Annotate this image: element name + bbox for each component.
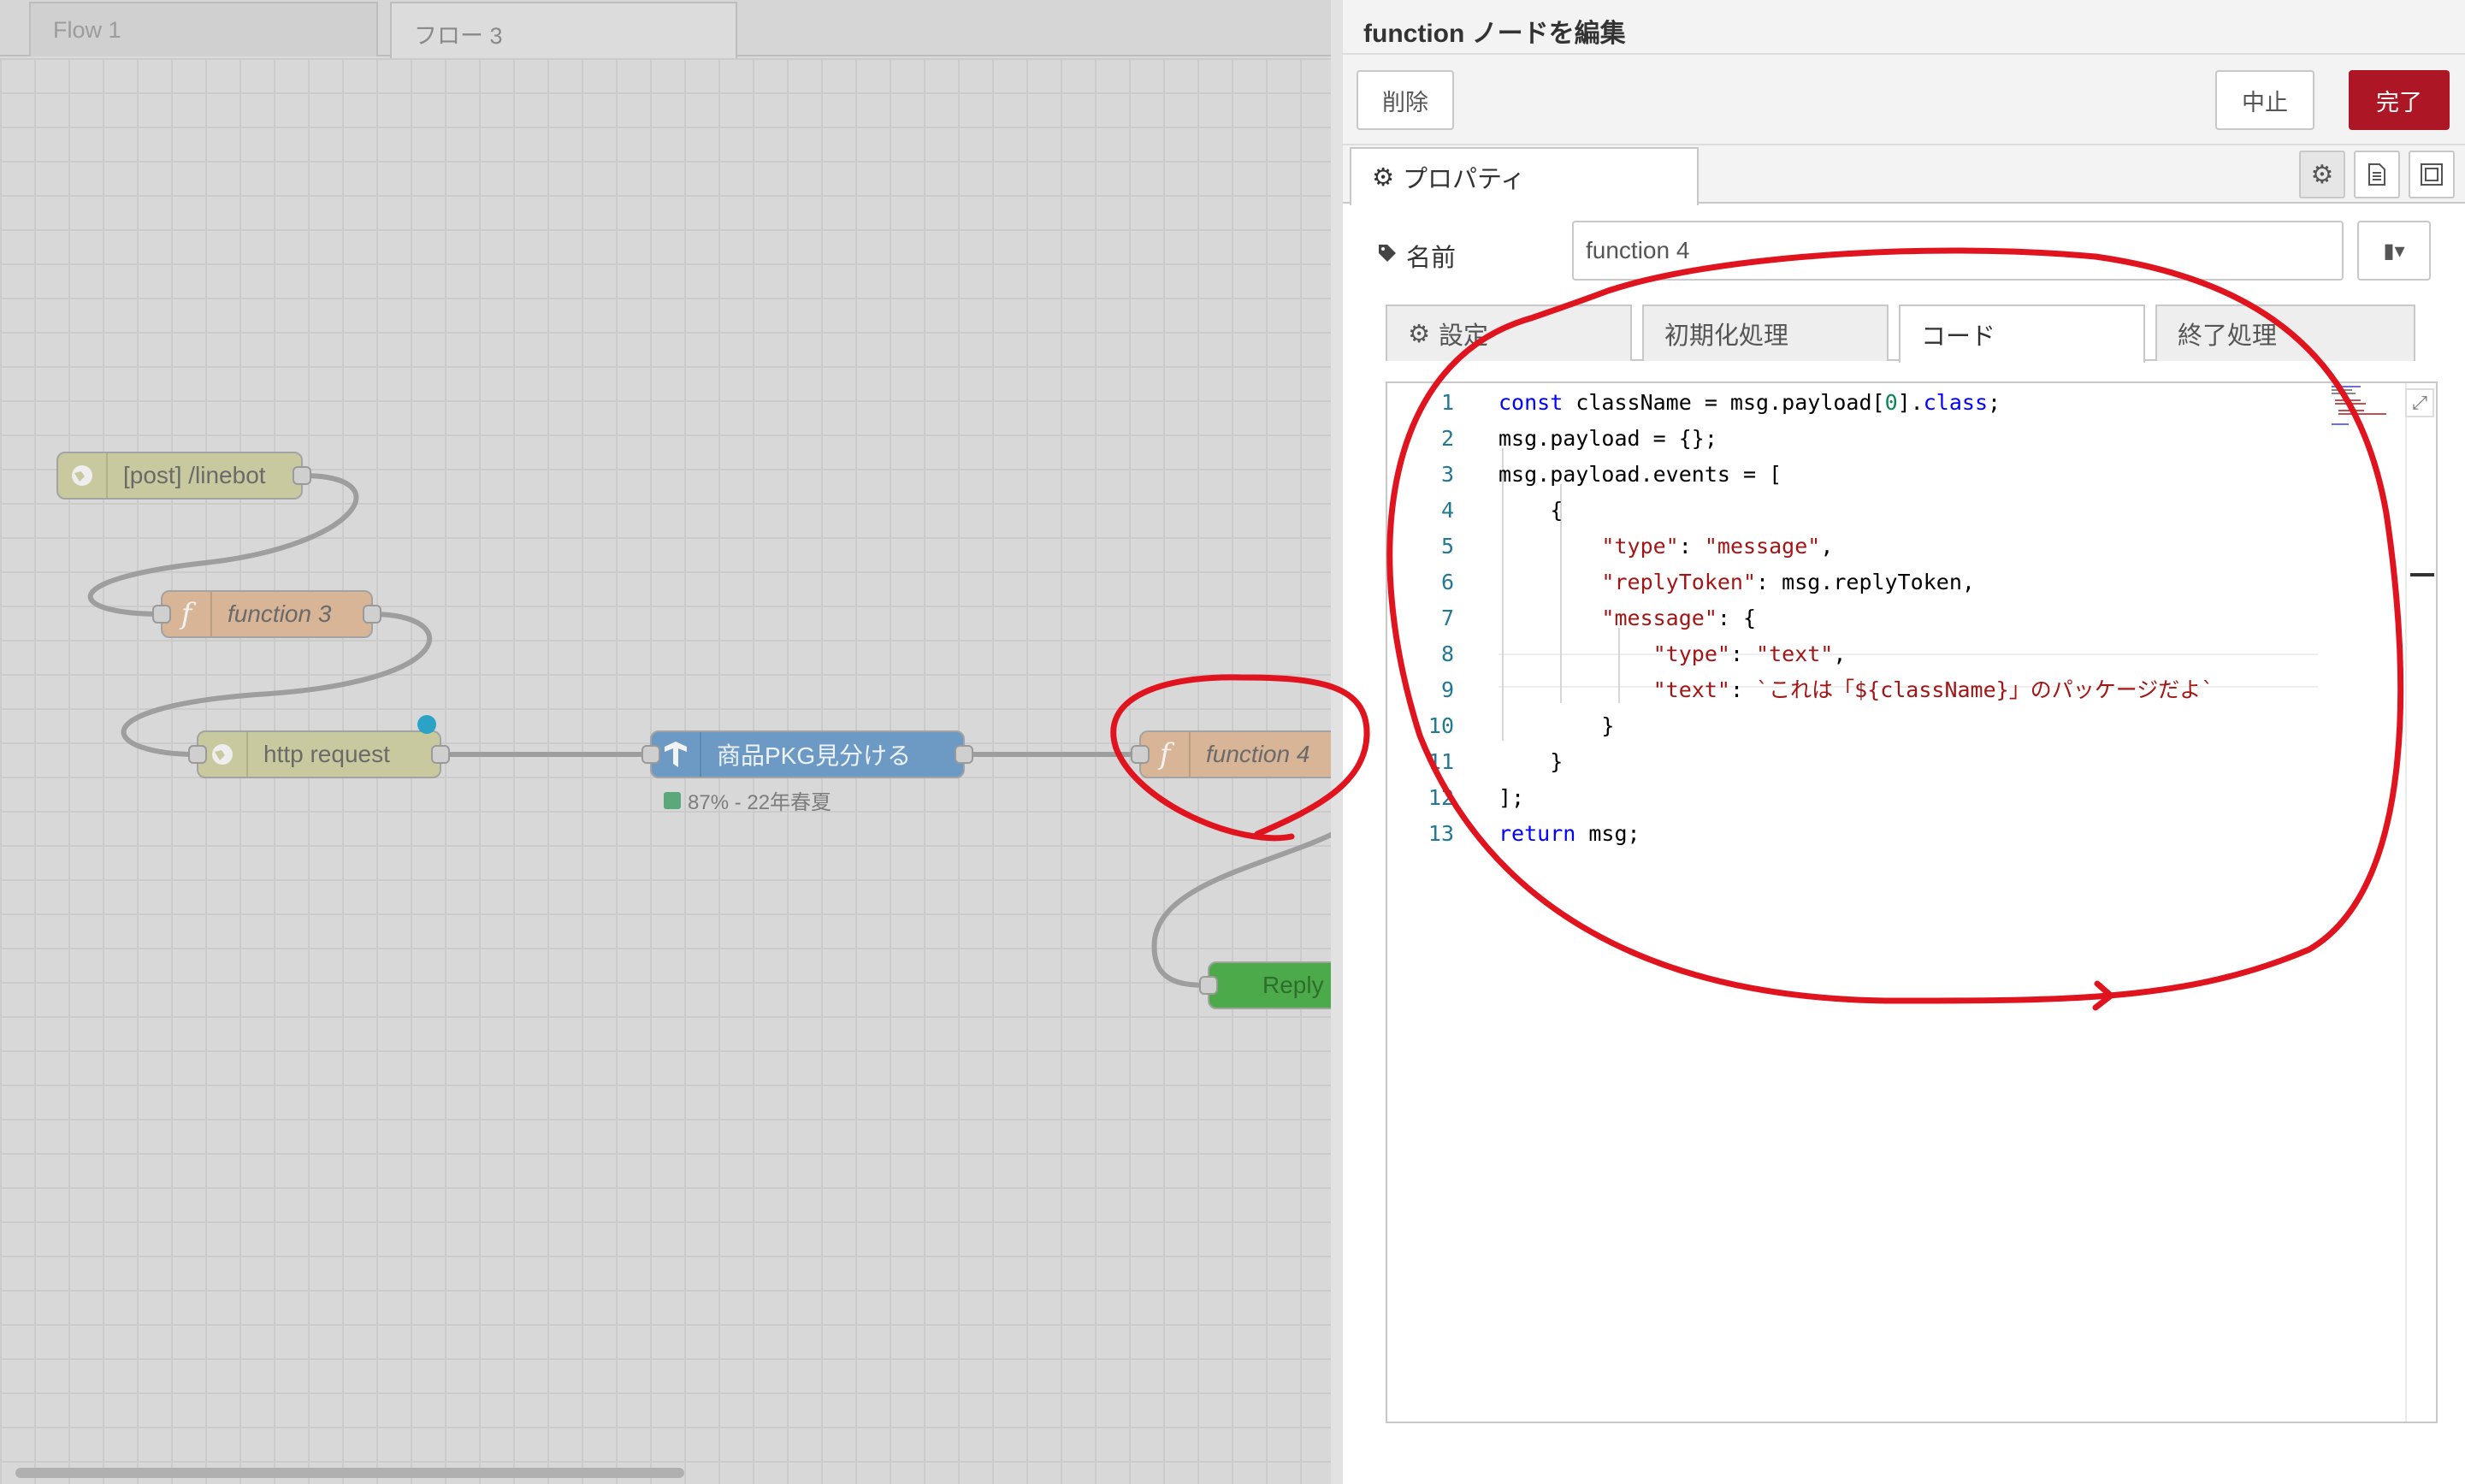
- line-number: 7: [1440, 606, 1454, 630]
- tab-properties[interactable]: ⚙ プロパティ: [1350, 147, 1699, 205]
- output-port[interactable]: [431, 745, 450, 764]
- node-label: function 3: [228, 600, 332, 627]
- input-port[interactable]: [1199, 976, 1218, 995]
- tray-body: ⚙ プロパティ ⚙ 名前 ▮ ▾: [1343, 145, 2465, 1484]
- tab-code[interactable]: コード: [1899, 304, 2145, 363]
- line-number: 1: [1440, 390, 1454, 415]
- edit-tray: function ノードを編集 削除 中止 完了 ⚙ プロパティ ⚙ 名前 fu…: [1331, 0, 2465, 1484]
- code-line: "replyToken": msg.replyToken,: [1601, 570, 1975, 594]
- node-label: function 4: [1206, 741, 1310, 767]
- workspace: Flow 1 フロー 3 [post] /linebot f function …: [0, 0, 1331, 1484]
- tray-title: function ノードを編集: [1343, 0, 2465, 55]
- tab-settings[interactable]: ⚙ 設定: [1386, 304, 1632, 361]
- line-number: 13: [1428, 821, 1454, 846]
- document-icon[interactable]: [2354, 151, 2400, 198]
- tab-flow-3[interactable]: フロー 3: [390, 2, 737, 58]
- line-number: 8: [1440, 641, 1454, 666]
- globe-icon: [58, 453, 108, 498]
- caret-down-icon: ▾: [2394, 239, 2405, 263]
- status-text: 87% - 22年春夏: [688, 791, 832, 814]
- flow-canvas[interactable]: [post] /linebot f function 3 http reques…: [0, 58, 1331, 1484]
- name-input[interactable]: [1572, 221, 2344, 281]
- name-label-text: 名前: [1406, 245, 1457, 272]
- appearance-icon[interactable]: [2409, 151, 2455, 198]
- line-number: 10: [1428, 713, 1454, 738]
- tag-icon: [1377, 242, 1398, 270]
- node-label: 商品PKG見分ける: [717, 742, 912, 769]
- code-minimap[interactable]: [2326, 383, 2403, 438]
- node-label: Reply: [1262, 972, 1324, 998]
- vertical-scrollbar[interactable]: [2405, 383, 2436, 1422]
- tab-flow-1[interactable]: Flow 1: [29, 2, 378, 56]
- code-line: const className = msg.payload[0].class;: [1499, 390, 2001, 415]
- input-port[interactable]: [152, 605, 171, 624]
- node-status: 87% - 22年春夏: [664, 785, 831, 815]
- line-number: 9: [1440, 677, 1454, 702]
- done-button[interactable]: 完了: [2349, 70, 2450, 130]
- expand-icon[interactable]: ⤢: [2405, 388, 2434, 417]
- line-number: 4: [1440, 498, 1454, 523]
- http-in-node-linebot[interactable]: [post] /linebot: [56, 452, 311, 500]
- line-number: 3: [1440, 462, 1454, 487]
- tab-label: コード: [1921, 323, 1996, 351]
- input-port[interactable]: [641, 745, 660, 764]
- input-port[interactable]: [1131, 745, 1150, 764]
- workspace-tab-bar: Flow 1 フロー 3: [0, 0, 1331, 58]
- gear-icon: ⚙: [1408, 320, 1430, 348]
- status-square-icon: [664, 791, 681, 809]
- code-editor[interactable]: 1 2 3 4 5 6 7 8 9 10 11 12 13 const className = msg.…: [1386, 381, 2438, 1423]
- code-line: "message": {: [1601, 606, 1757, 630]
- node-label: http request: [263, 741, 390, 767]
- changed-indicator-dot: [417, 715, 436, 734]
- input-port[interactable]: [188, 745, 207, 764]
- line-number: 6: [1440, 570, 1454, 594]
- code-line: }: [1499, 749, 1564, 774]
- name-label: 名前: [1377, 238, 1456, 274]
- function-node-3[interactable]: f function 3: [152, 590, 381, 638]
- line-number: 11: [1428, 749, 1454, 774]
- cancel-button[interactable]: 中止: [2215, 70, 2314, 130]
- code-line: "type": "text",: [1652, 641, 1847, 666]
- tab-label: プロパティ: [1403, 166, 1526, 193]
- line-number: 2: [1440, 426, 1454, 451]
- tab-label: 設定: [1439, 322, 1489, 350]
- output-port[interactable]: [955, 745, 973, 764]
- tab-label: 終了処理: [2178, 322, 2278, 350]
- code-line: return msg;: [1499, 821, 1640, 846]
- tab-initialize[interactable]: 初期化処理: [1642, 304, 1889, 361]
- name-row: 名前 ▮ ▾: [1343, 221, 2465, 284]
- output-label-select[interactable]: ▮ ▾: [2357, 221, 2431, 281]
- scroll-position-marker: [2410, 573, 2434, 576]
- tray-toolbar: 削除 中止 完了: [1343, 55, 2465, 145]
- property-tabs: ⚙ プロパティ ⚙: [1343, 145, 2465, 205]
- code-line: msg.payload.events = [: [1499, 462, 1782, 487]
- line-number: 5: [1440, 534, 1454, 559]
- line-number-gutter: 1 2 3 4 5 6 7 8 9 10 11 12 13: [1387, 383, 1463, 1422]
- code-tabs: ⚙ 設定 初期化処理 コード 終了処理: [1386, 304, 2415, 363]
- code-line: ];: [1499, 785, 1525, 810]
- code-line: msg.payload = {};: [1499, 426, 1717, 451]
- delete-button[interactable]: 削除: [1357, 70, 1454, 130]
- code-line: }: [1499, 713, 1615, 738]
- horizontal-scrollbar[interactable]: [15, 1468, 684, 1478]
- book-icon: ▮: [2383, 239, 2395, 263]
- node-label: [post] /linebot: [123, 462, 266, 488]
- code-line: "type": "message",: [1601, 534, 1834, 559]
- line-number: 12: [1428, 785, 1454, 810]
- tab-finalize[interactable]: 終了処理: [2155, 304, 2415, 361]
- code-line: {: [1499, 498, 1564, 523]
- function-node-4[interactable]: f function 4: [1131, 730, 1331, 778]
- reply-node[interactable]: Reply: [1199, 961, 1331, 1009]
- gear-icon: ⚙: [1372, 163, 1394, 192]
- output-port[interactable]: [293, 466, 311, 485]
- tab-label: 初期化処理: [1664, 322, 1789, 350]
- http-request-node[interactable]: http request: [188, 730, 450, 778]
- gear-icon[interactable]: ⚙: [2299, 151, 2345, 198]
- output-port[interactable]: [363, 605, 381, 624]
- code-line: "text": `これは「${className}」のパッケージだよ`: [1652, 677, 2214, 702]
- tensorflow-node-pkg[interactable]: 商品PKG見分ける: [641, 730, 973, 778]
